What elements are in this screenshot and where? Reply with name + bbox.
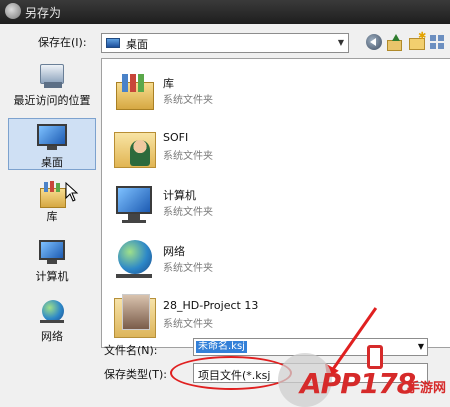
new-folder-icon[interactable]: ✱ xyxy=(409,31,426,50)
filename-value[interactable]: 未命名.ksj xyxy=(196,341,247,353)
title-bar: 另存为 xyxy=(0,0,450,24)
save-in-value: 桌面 xyxy=(126,38,148,51)
watermark-phone-icon xyxy=(367,345,383,369)
place-recent[interactable]: 最近访问的位置 xyxy=(8,62,96,112)
place-label: 计算机 xyxy=(35,270,69,283)
computer-icon xyxy=(36,238,68,268)
place-library[interactable]: 库 xyxy=(8,180,96,228)
place-label: 最近访问的位置 xyxy=(13,94,91,107)
computer-icon xyxy=(110,180,158,228)
up-folder-icon[interactable] xyxy=(387,34,403,51)
place-computer[interactable]: 计算机 xyxy=(8,238,96,290)
library-icon xyxy=(110,68,158,116)
chevron-down-icon[interactable]: ▼ xyxy=(338,38,344,47)
save-in-dropdown[interactable]: 桌面 ▼ xyxy=(101,33,349,53)
place-label: 网络 xyxy=(41,330,63,343)
view-menu-icon[interactable] xyxy=(430,34,446,50)
list-item[interactable]: 库 系统文件夹 xyxy=(110,65,440,120)
file-name: 28_HD-Project 13 xyxy=(163,299,259,312)
file-type: 系统文件夹 xyxy=(163,263,213,274)
place-network[interactable]: 网络 xyxy=(8,298,96,350)
watermark: APP178 手游网 xyxy=(270,345,450,407)
places-bar: 最近访问的位置 桌面 库 计算机 网络 xyxy=(4,58,97,356)
file-name: 计算机 xyxy=(163,189,196,202)
list-item[interactable]: SOFI 系统文件夹 xyxy=(110,121,440,176)
library-icon xyxy=(37,180,67,208)
save-in-label: 保存在(I): xyxy=(38,36,87,49)
window-title: 另存为 xyxy=(25,6,62,20)
file-type: 系统文件夹 xyxy=(163,95,213,106)
file-name: 网络 xyxy=(163,245,185,258)
desktop-icon xyxy=(35,122,69,154)
mouse-cursor-icon xyxy=(65,182,79,202)
file-type: 系统文件夹 xyxy=(163,319,213,330)
photo-folder-icon xyxy=(110,292,158,340)
file-name: SOFI xyxy=(163,131,189,144)
network-icon xyxy=(36,298,68,328)
file-name: 库 xyxy=(163,77,174,90)
watermark-logo-text: APP178 xyxy=(300,367,416,400)
file-type: 系统文件夹 xyxy=(163,207,213,218)
file-list[interactable]: 库 系统文件夹 SOFI 系统文件夹 计算机 系统文件夹 网络 系统文件夹 28… xyxy=(101,58,450,348)
place-label: 库 xyxy=(46,210,58,223)
watermark-suffix: 手游网 xyxy=(407,381,447,396)
user-folder-icon xyxy=(110,124,158,172)
file-type: 系统文件夹 xyxy=(163,151,213,162)
filetype-label: 保存类型(T): xyxy=(104,368,168,381)
app-icon xyxy=(5,3,21,19)
recent-places-icon xyxy=(36,62,68,92)
list-item[interactable]: 28_HD-Project 13 系统文件夹 xyxy=(110,289,440,344)
place-desktop[interactable]: 桌面 xyxy=(8,118,96,170)
list-item[interactable]: 网络 系统文件夹 xyxy=(110,233,440,288)
list-item[interactable]: 计算机 系统文件夹 xyxy=(110,177,440,232)
network-icon xyxy=(110,236,158,284)
desktop-icon xyxy=(106,38,120,48)
place-label: 桌面 xyxy=(41,156,63,169)
filename-label: 文件名(N): xyxy=(104,344,158,357)
back-icon[interactable] xyxy=(366,34,382,50)
